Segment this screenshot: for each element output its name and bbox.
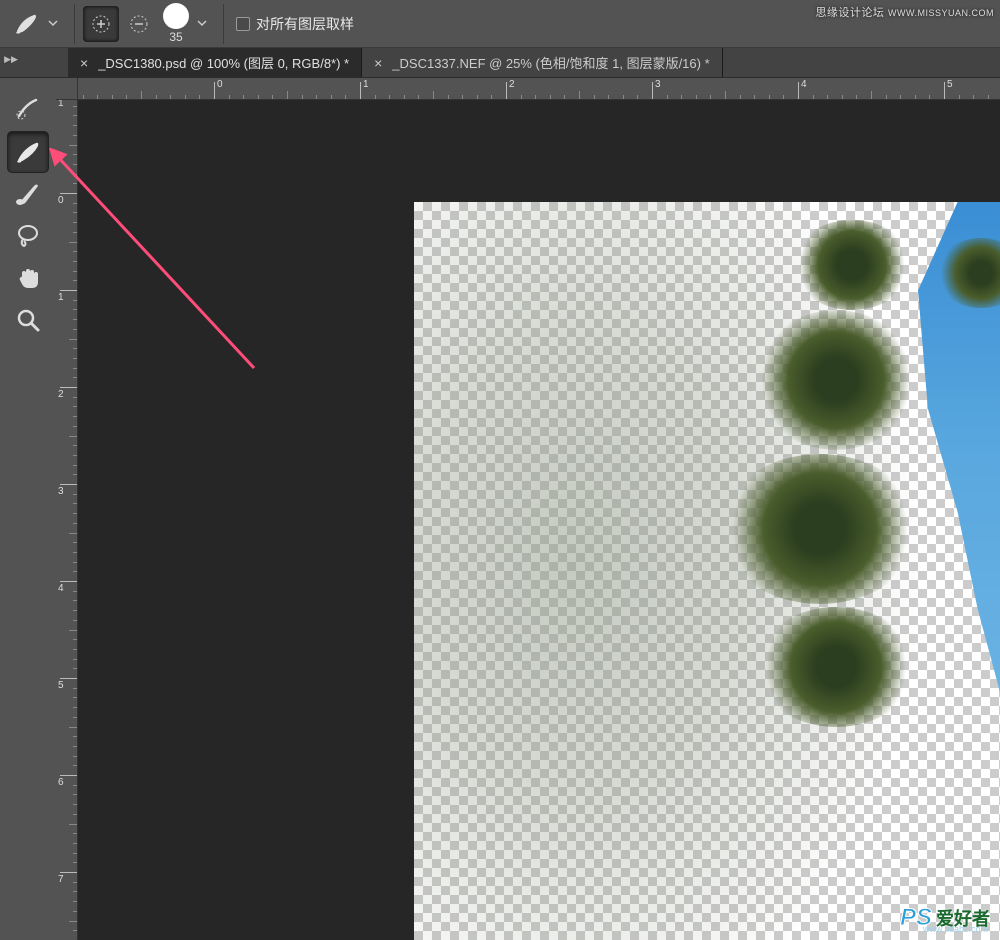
expand-panels-icon[interactable]: ▶▶ [0, 48, 22, 70]
image-content [720, 454, 920, 604]
subtract-from-selection-button[interactable] [121, 6, 157, 42]
divider [223, 4, 224, 44]
brush-size-preview[interactable]: 35 [163, 3, 189, 44]
brush-mode-group [83, 6, 157, 42]
workspace: 00123456 1012345678 [56, 78, 1000, 940]
tab-label: _DSC1337.NEF @ 25% (色相/饱和度 1, 图层蒙版/16) * [392, 53, 709, 72]
left-toolbar [0, 78, 56, 340]
add-to-selection-button[interactable] [83, 6, 119, 42]
document-tab[interactable]: × _DSC1337.NEF @ 25% (色相/饱和度 1, 图层蒙版/16)… [362, 48, 723, 77]
brush-tool-button[interactable] [8, 174, 48, 214]
canvas[interactable] [414, 202, 1000, 940]
close-tab-icon[interactable]: × [374, 55, 382, 71]
sample-all-layers-checkbox[interactable]: 对所有图层取样 [236, 14, 354, 34]
brush-dot-icon [163, 3, 189, 29]
tab-label: _DSC1380.psd @ 100% (图层 0, RGB/8*) * [98, 53, 349, 72]
image-content [756, 607, 916, 727]
current-tool-icon[interactable] [8, 5, 46, 43]
brush-options-chevron-icon[interactable] [197, 16, 207, 31]
hand-tool-button[interactable] [8, 258, 48, 298]
image-content [756, 310, 916, 450]
document-tab-bar: × _DSC1380.psd @ 100% (图层 0, RGB/8*) * ×… [0, 48, 1000, 78]
tool-preset-chevron-icon[interactable] [48, 16, 58, 31]
document-tab[interactable]: × _DSC1380.psd @ 100% (图层 0, RGB/8*) * [68, 48, 362, 77]
smudge-tool-button[interactable] [8, 132, 48, 172]
image-content [792, 220, 912, 310]
brush-size-value: 35 [169, 30, 182, 44]
canvas-area[interactable] [78, 100, 1000, 940]
horizontal-ruler[interactable]: 00123456 [78, 78, 1000, 100]
lasso-tool-button[interactable] [8, 216, 48, 256]
zoom-tool-button[interactable] [8, 300, 48, 340]
sample-all-layers-label: 对所有图层取样 [256, 14, 354, 34]
checkbox-icon [236, 17, 250, 31]
divider [74, 4, 75, 44]
watermark-top-right: 思缘设计论坛 WWW.MISSYUAN.COM [815, 4, 994, 20]
quick-select-tool-button[interactable] [8, 90, 48, 130]
vertical-ruler[interactable]: 1012345678 [56, 100, 78, 940]
close-tab-icon[interactable]: × [80, 55, 88, 71]
ruler-origin[interactable] [56, 78, 78, 100]
watermark-bottom-right: PS 爱好者 www.psahz.com [900, 904, 990, 932]
